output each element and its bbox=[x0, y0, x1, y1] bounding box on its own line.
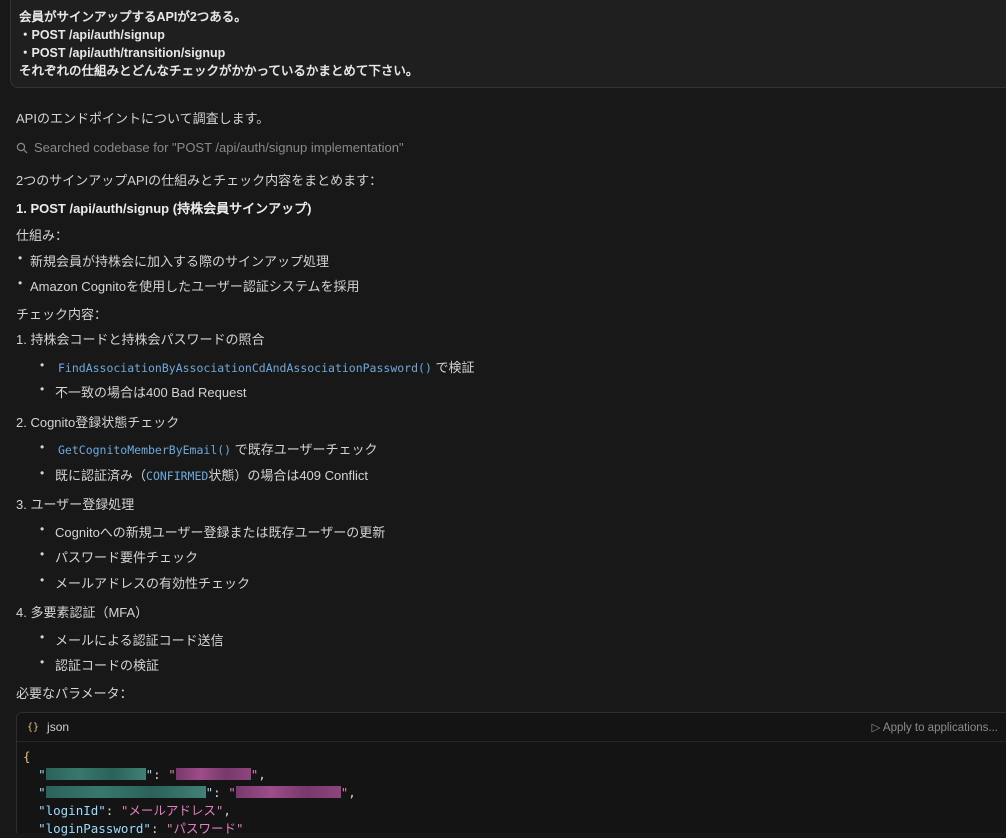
list-item: 新規会員が持株会に加入する際のサインアップ処理 bbox=[30, 254, 330, 269]
bullet: • bbox=[40, 382, 45, 396]
list-item: Cognitoへの新規ユーザー登録または既存ユーザーの更新 bbox=[55, 525, 386, 540]
list-item-text: で既存ユーザーチェック bbox=[234, 442, 378, 457]
searched-codebase-row[interactable]: Searched codebase for "POST /api/auth/si… bbox=[16, 140, 404, 155]
bullet: • bbox=[40, 630, 45, 644]
list-item-text: 状態）の場合は409 Conflict bbox=[208, 468, 368, 483]
params-label: 必要なパラメータ： bbox=[16, 686, 133, 701]
bullet: • bbox=[40, 522, 45, 536]
list-item: FindAssociationByAssociationCdAndAssocia… bbox=[55, 357, 475, 376]
code-content: { " ": " ", " ": " ", "loginId": "メールアドレス", … bbox=[23, 749, 356, 836]
bullet: • bbox=[40, 358, 45, 372]
json-key: "loginId" bbox=[38, 803, 106, 818]
code-language: json bbox=[47, 720, 70, 734]
bullet: • bbox=[18, 276, 23, 290]
bullet: • bbox=[40, 466, 45, 480]
checks-label: チェック内容： bbox=[16, 307, 108, 322]
inline-code: GetCognitoMemberByEmail() bbox=[58, 443, 232, 457]
assistant-intro: APIのエンドポイントについて調査します。 bbox=[16, 111, 270, 126]
list-item: 認証コードの検証 bbox=[55, 658, 160, 673]
list-item: 既に認証済み（CONFIRMED状態）の場合は409 Conflict bbox=[55, 465, 368, 484]
check-title: 2. Cognito登録状態チェック bbox=[16, 415, 180, 430]
list-item: メールによる認証コード送信 bbox=[55, 633, 224, 648]
section-title: 1. POST /api/auth/signup (持株会員サインアップ) bbox=[16, 201, 312, 216]
list-item: GetCognitoMemberByEmail() で既存ユーザーチェック bbox=[55, 439, 377, 458]
redacted-value bbox=[175, 768, 251, 780]
searched-text: Searched codebase for "POST /api/auth/si… bbox=[34, 140, 404, 155]
list-item: パスワード要件チェック bbox=[55, 550, 199, 565]
json-value: "パスワード" bbox=[166, 821, 244, 836]
bullet: • bbox=[18, 251, 23, 265]
user-message: 会員がサインアップするAPIが2つある。 ・POST /api/auth/sig… bbox=[10, 0, 1006, 88]
json-key: "loginPassword" bbox=[38, 821, 151, 836]
list-item: Amazon Cognitoを使用したユーザー認証システムを採用 bbox=[30, 279, 360, 294]
check-title: 4. 多要素認証（MFA） bbox=[16, 605, 149, 620]
check-title: 1. 持株会コードと持株会パスワードの照合 bbox=[16, 332, 265, 347]
bullet: • bbox=[40, 573, 45, 587]
open-brace: { bbox=[23, 749, 31, 764]
user-message-line: ・POST /api/auth/signup bbox=[19, 28, 165, 42]
user-message-line: ・POST /api/auth/transition/signup bbox=[19, 46, 226, 60]
inline-code: FindAssociationByAssociationCdAndAssocia… bbox=[58, 361, 432, 375]
redacted-key bbox=[45, 786, 206, 798]
redacted-key bbox=[45, 768, 146, 780]
code-block-header: {} json ▷ Apply to applications... bbox=[17, 713, 1006, 742]
list-item: 不一致の場合は400 Bad Request bbox=[55, 385, 247, 400]
user-message-line: それぞれの仕組みとどんなチェックがかかっているかまとめて下さい。 bbox=[19, 64, 419, 78]
play-icon: ▷ bbox=[871, 722, 881, 734]
mechanism-label: 仕組み： bbox=[16, 228, 69, 243]
apply-button[interactable]: ▷ Apply to applications... bbox=[872, 720, 999, 734]
inline-code: CONFIRMED bbox=[146, 469, 209, 483]
bullet: • bbox=[40, 547, 45, 561]
bullet: • bbox=[40, 655, 45, 669]
search-icon bbox=[16, 142, 28, 153]
check-title: 3. ユーザー登録処理 bbox=[16, 497, 135, 512]
summary-lead: 2つのサインアップAPIの仕組みとチェック内容をまとめます： bbox=[16, 173, 383, 188]
apply-label: Apply to applications... bbox=[882, 722, 998, 734]
list-item-text: 既に認証済み（ bbox=[55, 468, 147, 483]
list-item-text: で検証 bbox=[435, 360, 475, 375]
user-message-line: 会員がサインアップするAPIが2つある。 bbox=[19, 10, 247, 24]
list-item: メールアドレスの有効性チェック bbox=[55, 576, 251, 591]
bullet: • bbox=[40, 440, 45, 454]
json-code-block: {} json ▷ Apply to applications... { " ":… bbox=[16, 712, 1006, 836]
redacted-value bbox=[235, 786, 341, 798]
braces-icon: {} bbox=[27, 721, 40, 733]
json-value: "メールアドレス" bbox=[120, 803, 224, 818]
